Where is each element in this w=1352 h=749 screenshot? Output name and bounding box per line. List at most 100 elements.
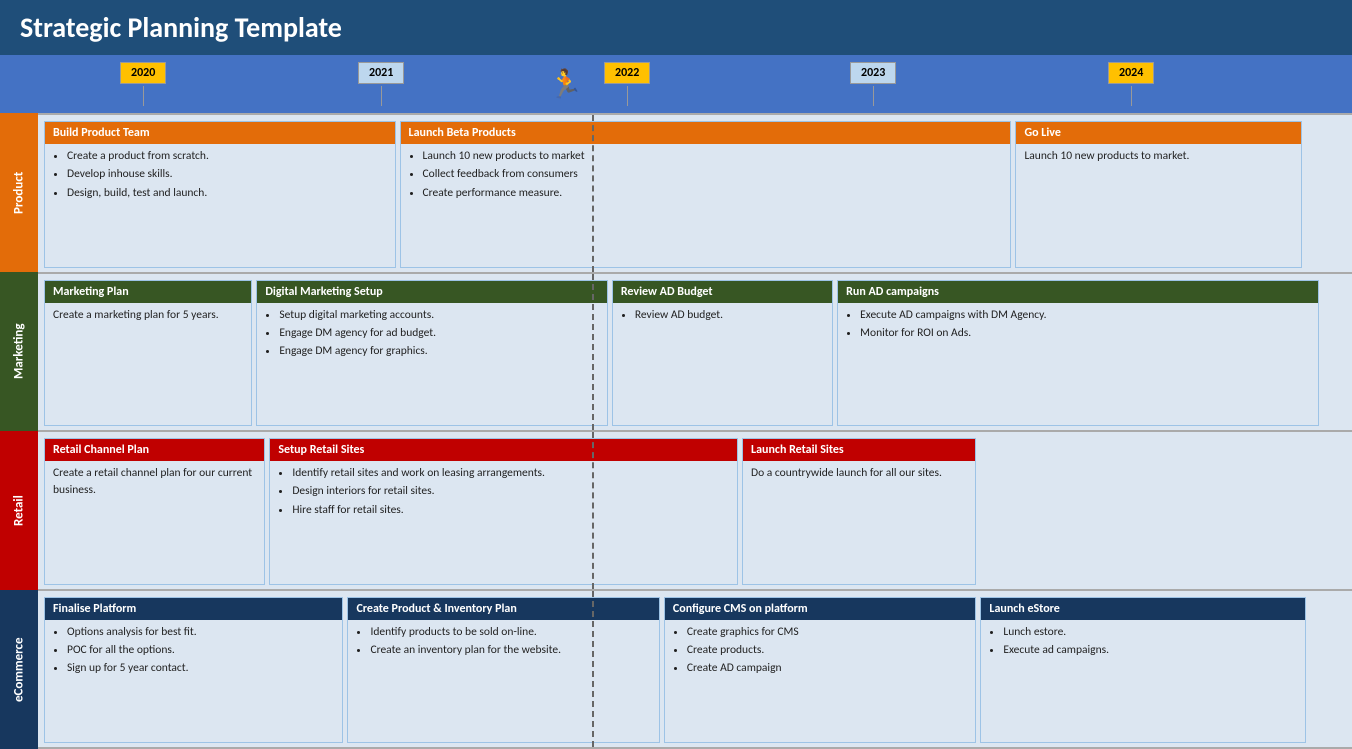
year-badge-2021: 2021 — [358, 62, 404, 84]
card-body-launch-beta: Launch 10 new products to market Collect… — [401, 144, 1011, 267]
year-badge-2020: 2020 — [120, 62, 166, 84]
marketing-row: Marketing Plan Create a marketing plan f… — [38, 272, 1352, 431]
year-badge-2023: 2023 — [850, 62, 896, 84]
list-item: Develop inhouse skills. — [67, 166, 387, 183]
card-body-build-product-team: Create a product from scratch. Develop i… — [45, 144, 395, 267]
list-item: Hire staff for retail sites. — [292, 502, 729, 519]
list-item: Create performance measure. — [423, 185, 1003, 202]
year-line-2024 — [1131, 86, 1132, 106]
list-item: Execute ad campaigns. — [1003, 642, 1297, 659]
dashed-line-marketing — [592, 274, 594, 431]
card-header-launch-estore: Launch eStore — [981, 598, 1305, 620]
card-header-go-live: Go Live — [1016, 122, 1300, 144]
card-go-live: Go Live Launch 10 new products to market… — [1015, 121, 1301, 268]
card-finalise-platform: Finalise Platform Options analysis for b… — [44, 597, 343, 744]
rows-container: Build Product Team Create a product from… — [38, 113, 1352, 749]
card-launch-retail-sites: Launch Retail Sites Do a countrywide lau… — [742, 438, 976, 585]
list-item: Launch 10 new products to market — [423, 148, 1003, 165]
page-title: Strategic Planning Template — [20, 10, 342, 45]
card-product-inventory-plan: Create Product & Inventory Plan Identify… — [347, 597, 659, 744]
card-header-run-ad: Run AD campaigns — [838, 281, 1318, 303]
card-header-cms: Configure CMS on platform — [665, 598, 975, 620]
card-build-product-team: Build Product Team Create a product from… — [44, 121, 396, 268]
list-item: Design, build, test and launch. — [67, 185, 387, 202]
card-review-ad-budget: Review AD Budget Review AD budget. — [612, 280, 833, 427]
card-header-launch-retail: Launch Retail Sites — [743, 439, 975, 461]
list-item: Create AD campaign — [687, 660, 967, 677]
runner-icon: 🏃 — [548, 67, 583, 102]
year-2024: 2024 — [1108, 62, 1154, 106]
list-item: Create products. — [687, 642, 967, 659]
card-header-digital-marketing: Digital Marketing Setup — [257, 281, 607, 303]
list-item: Collect feedback from consumers — [423, 166, 1003, 183]
card-body-launch-estore: Lunch estore. Execute ad campaigns. — [981, 620, 1305, 743]
card-header-setup-retail: Setup Retail Sites — [270, 439, 737, 461]
year-line-2022 — [627, 86, 628, 106]
list-item: POC for all the options. — [67, 642, 334, 659]
timeline-bar: 2020 2021 🏃 2022 2023 2024 — [0, 55, 1352, 113]
list-item: Review AD budget. — [635, 307, 824, 324]
launch-retail-text: Do a countrywide launch for all our site… — [751, 466, 942, 480]
card-retail-channel-plan: Retail Channel Plan Create a retail chan… — [44, 438, 265, 585]
list-item: Setup digital marketing accounts. — [279, 307, 599, 324]
card-body-retail-channel: Create a retail channel plan for our cur… — [45, 461, 264, 584]
card-header-build-product-team: Build Product Team — [45, 122, 395, 144]
card-header-marketing-plan: Marketing Plan — [45, 281, 251, 303]
list-item: Options analysis for best fit. — [67, 624, 334, 641]
card-configure-cms: Configure CMS on platform Create graphic… — [664, 597, 976, 744]
list-item: Engage DM agency for ad budget. — [279, 325, 599, 342]
card-header-product-inventory: Create Product & Inventory Plan — [348, 598, 658, 620]
go-live-text: Launch 10 new products to market. — [1024, 149, 1189, 163]
list-item: Engage DM agency for graphics. — [279, 343, 599, 360]
dashed-line-ecommerce — [592, 591, 594, 748]
list-item: Create a product from scratch. — [67, 148, 387, 165]
dashed-line-retail — [592, 432, 594, 589]
sidebar-marketing: Marketing — [0, 272, 38, 431]
list-item: Design interiors for retail sites. — [292, 483, 729, 500]
year-2023: 2023 — [850, 62, 896, 106]
marketing-plan-text: Create a marketing plan for 5 years. — [53, 308, 219, 322]
page-header: Strategic Planning Template — [0, 0, 1352, 55]
product-row: Build Product Team Create a product from… — [38, 113, 1352, 272]
list-item: Lunch estore. — [1003, 624, 1297, 641]
card-body-cms: Create graphics for CMS Create products.… — [665, 620, 975, 743]
retail-row: Retail Channel Plan Create a retail chan… — [38, 430, 1352, 589]
list-item: Execute AD campaigns with DM Agency. — [860, 307, 1310, 324]
card-body-finalise: Options analysis for best fit. POC for a… — [45, 620, 342, 743]
year-2022: 2022 — [604, 62, 650, 106]
card-setup-retail-sites: Setup Retail Sites Identify retail sites… — [269, 438, 738, 585]
year-badge-2024: 2024 — [1108, 62, 1154, 84]
sidebar-ecommerce: eCommerce — [0, 590, 38, 749]
card-body-marketing-plan: Create a marketing plan for 5 years. — [45, 303, 251, 426]
card-run-ad-campaigns: Run AD campaigns Execute AD campaigns wi… — [837, 280, 1319, 427]
card-header-launch-beta: Launch Beta Products — [401, 122, 1011, 144]
card-body-go-live: Launch 10 new products to market. — [1016, 144, 1300, 267]
sidebar: Product Marketing Retail eCommerce — [0, 113, 38, 749]
main-content: Product Marketing Retail eCommerce Build… — [0, 113, 1352, 749]
list-item: Create an inventory plan for the website… — [370, 642, 650, 659]
year-badge-2022: 2022 — [604, 62, 650, 84]
dashed-line-product — [592, 115, 594, 272]
year-line-2020 — [143, 86, 144, 106]
list-item: Identify products to be sold on-line. — [370, 624, 650, 641]
sidebar-product: Product — [0, 113, 38, 272]
year-line-2021 — [381, 86, 382, 106]
ecommerce-row: Finalise Platform Options analysis for b… — [38, 589, 1352, 749]
card-body-product-inventory: Identify products to be sold on-line. Cr… — [348, 620, 658, 743]
sidebar-retail: Retail — [0, 431, 38, 590]
card-body-setup-retail: Identify retail sites and work on leasin… — [270, 461, 737, 584]
card-launch-estore: Launch eStore Lunch estore. Execute ad c… — [980, 597, 1306, 744]
list-item: Identify retail sites and work on leasin… — [292, 465, 729, 482]
card-body-run-ad: Execute AD campaigns with DM Agency. Mon… — [838, 303, 1318, 426]
card-launch-beta-products: Launch Beta Products Launch 10 new produ… — [400, 121, 1012, 268]
year-2021: 2021 — [358, 62, 404, 106]
retail-channel-text: Create a retail channel plan for our cur… — [53, 466, 252, 497]
year-line-2023 — [873, 86, 874, 106]
card-digital-marketing: Digital Marketing Setup Setup digital ma… — [256, 280, 608, 427]
card-body-review-ad: Review AD budget. — [613, 303, 832, 426]
card-header-review-ad: Review AD Budget — [613, 281, 832, 303]
list-item: Sign up for 5 year contact. — [67, 660, 334, 677]
year-2020: 2020 — [120, 62, 166, 106]
card-body-launch-retail: Do a countrywide launch for all our site… — [743, 461, 975, 584]
list-item: Monitor for ROI on Ads. — [860, 325, 1310, 342]
